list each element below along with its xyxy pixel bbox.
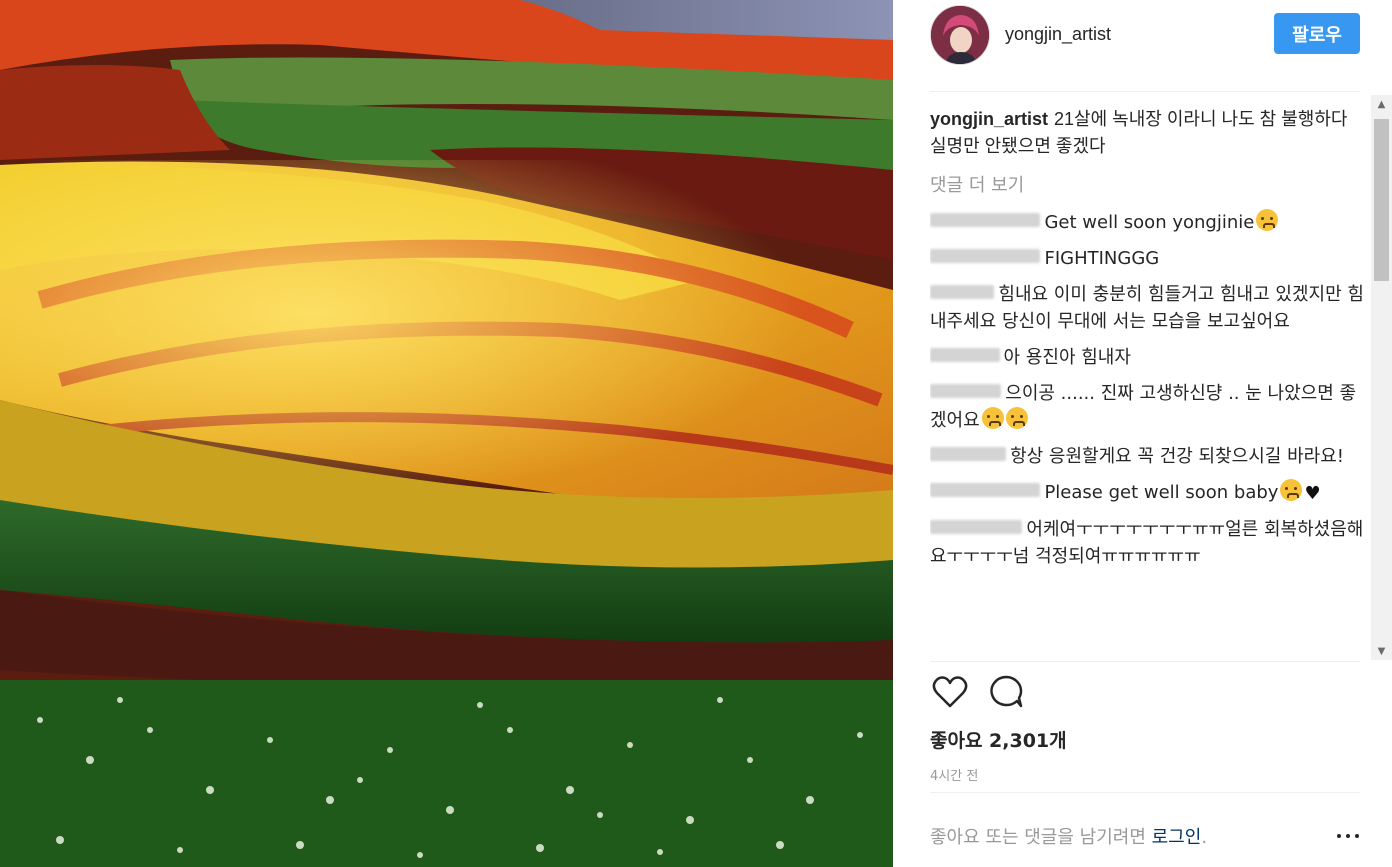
comment-username[interactable]: hifellou_all bbox=[930, 348, 1000, 362]
comment-row: lonenapagaparmPlease get well soon baby ♥ bbox=[930, 479, 1368, 507]
crying-face-emoji-icon bbox=[1280, 479, 1303, 501]
comment-row: anbuonemenerelGet well soon yongjinie bbox=[930, 209, 1368, 236]
follow-button[interactable]: 팔로우 bbox=[1274, 13, 1360, 54]
comment-container: anbuonemenerelGet well soon yongjinieanb… bbox=[930, 209, 1368, 570]
comment-username[interactable]: phyyy124 bbox=[930, 285, 995, 299]
more-options-icon[interactable] bbox=[1337, 827, 1361, 843]
comment-username[interactable]: amenalum_11 bbox=[930, 520, 1023, 534]
sad-face-emoji-icon bbox=[1005, 407, 1028, 429]
comment-row: amenalum_11어케여ㅜㅜㅜㅜㅜㅜㅜㅠㅠ얼른 회복하셨음해요ㅜㅜㅜㅜ넘 걱… bbox=[930, 516, 1368, 570]
post-username[interactable]: yongjin_artist bbox=[1005, 24, 1111, 45]
comments-list[interactable]: yongjin_artist 21살에 녹내장 이라니 나도 참 불행하다 실명만… bbox=[930, 106, 1368, 661]
comment-text: FIGHTINGGG bbox=[1044, 248, 1160, 269]
post-header: yongjin_artist 팔로우 bbox=[930, 5, 1391, 65]
like-count[interactable]: 좋아요 2,301개 bbox=[930, 726, 1067, 753]
avatar[interactable] bbox=[930, 5, 990, 65]
avatar-image bbox=[931, 6, 989, 64]
login-prompt: 좋아요 또는 댓글을 남기려면 로그인. bbox=[930, 823, 1207, 849]
scroll-up-arrow-icon[interactable]: ▲ bbox=[1371, 95, 1392, 113]
comment-bubble-icon[interactable] bbox=[986, 672, 1026, 712]
comment-username[interactable]: lonenapagaparm bbox=[930, 483, 1041, 497]
comment-text: Get well soon yongjinie bbox=[1044, 212, 1255, 233]
scroll-thumb[interactable] bbox=[1374, 119, 1389, 281]
comments-divider bbox=[930, 661, 1360, 662]
comment-username[interactable]: hh_poll__jh bbox=[930, 384, 1002, 398]
caption-author[interactable]: yongjin_artist bbox=[930, 109, 1048, 129]
login-prompt-text: 좋아요 또는 댓글을 남기려면 bbox=[930, 827, 1146, 848]
login-link[interactable]: 로그인 bbox=[1152, 827, 1202, 848]
comment-text: Please get well soon baby bbox=[1044, 482, 1279, 503]
load-more-comments-link[interactable]: 댓글 더 보기 bbox=[930, 171, 1368, 197]
comment-row: phyyy124힘내요 이미 충분히 힘들거고 힘내고 있겠지만 힘내주세요 당… bbox=[930, 281, 1368, 335]
comment-username[interactable]: anbuonemenerel bbox=[930, 213, 1041, 227]
scroll-down-arrow-icon[interactable]: ▼ bbox=[1371, 642, 1392, 660]
header-divider bbox=[930, 91, 1360, 92]
post-detail-panel: yongjin_artist 팔로우 yongjin_artist 21살에 녹내… bbox=[893, 0, 1392, 867]
post-timestamp[interactable]: 4시간 전 bbox=[930, 765, 978, 784]
comment-text: 아 용진아 힘내자 bbox=[1003, 347, 1131, 368]
comment-row: hh_poll__jh으이공 ...... 진짜 고생하신댱 .. 눈 나았으면… bbox=[930, 380, 1368, 434]
black-heart-emoji-icon: ♥ bbox=[1304, 483, 1321, 504]
post-photo bbox=[0, 0, 893, 867]
comment-text: 항상 응원할게요 꼭 건강 되찾으시길 바라요! bbox=[1010, 446, 1344, 467]
post-caption: yongjin_artist 21살에 녹내장 이라니 나도 참 불행하다 실명만… bbox=[930, 106, 1368, 160]
heart-outline-icon[interactable] bbox=[930, 672, 970, 712]
comments-scrollbar[interactable]: ▲ ▼ bbox=[1371, 95, 1392, 660]
comment-text: 힘내요 이미 충분히 힘들거고 힘내고 있겠지만 힘내주세요 당신이 무대에 서… bbox=[930, 284, 1364, 332]
comment-username[interactable]: cmilyu8888 bbox=[930, 447, 1007, 461]
terraced-fields-image bbox=[0, 0, 893, 867]
comment-row: hifellou_all아 용진아 힘내자 bbox=[930, 344, 1368, 371]
footer-divider bbox=[930, 792, 1360, 793]
login-prompt-period: . bbox=[1201, 827, 1208, 848]
comment-row: anbuonemenerelFIGHTINGGG bbox=[930, 245, 1368, 272]
comment-row: cmilyu8888항상 응원할게요 꼭 건강 되찾으시길 바라요! bbox=[930, 443, 1368, 470]
sad-face-emoji-icon bbox=[981, 407, 1004, 429]
crying-face-emoji-icon bbox=[1256, 209, 1279, 231]
comment-username[interactable]: anbuonemenerel bbox=[930, 249, 1041, 263]
